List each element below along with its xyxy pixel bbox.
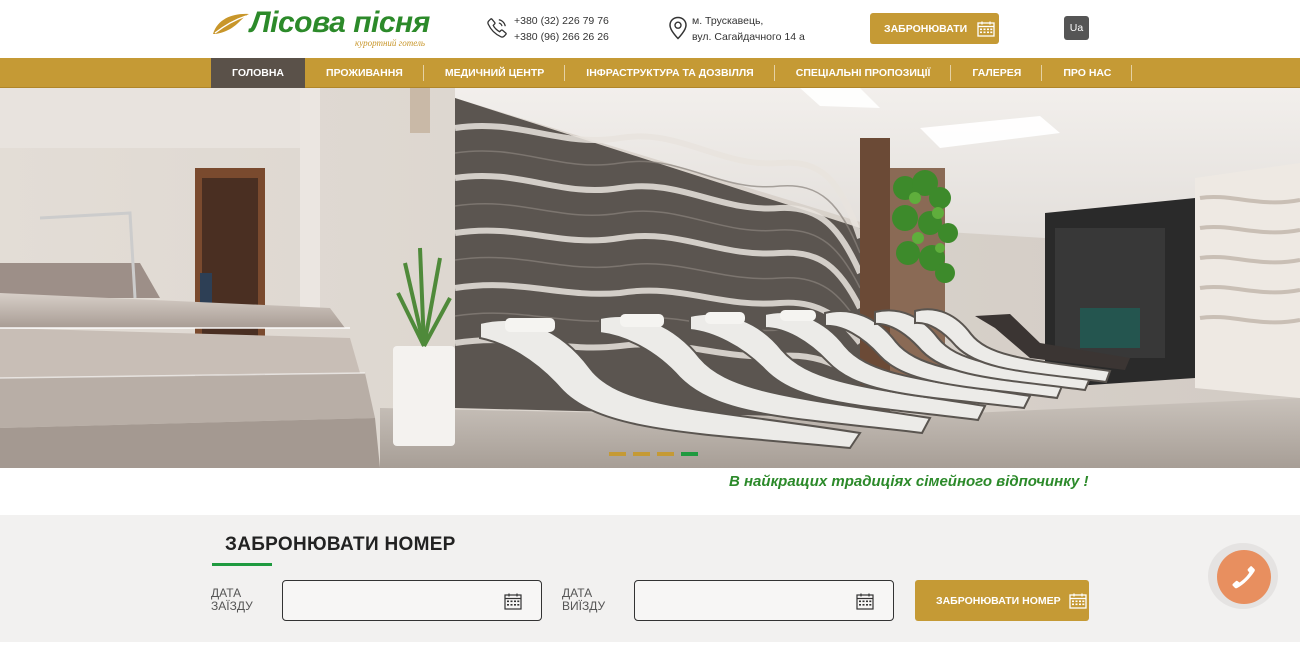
slider-dot-1[interactable] [609,452,626,456]
checkout-date-field[interactable] [634,580,894,621]
nav-item-gallery[interactable]: ГАЛЕРЕЯ [951,58,1043,88]
header-book-button[interactable]: ЗАБРОНЮВАТИ [870,13,999,44]
nav-item-medical-center[interactable]: МЕДИЧНИЙ ЦЕНТР [424,58,566,88]
phone-icon [487,18,507,38]
address-line-2: вул. Сагайдачного 14 а [692,31,805,43]
nav-item-home[interactable]: ГОЛОВНА [211,58,306,88]
slider-dot-3[interactable] [657,452,674,456]
booking-title: ЗАБРОНЮВАТИ НОМЕР [225,534,456,555]
nav-item-special-offers[interactable]: СПЕЦІАЛЬНІ ПРОПОЗИЦІЇ [775,58,952,88]
site-header: Лісова пісня курортний готель +380 (32) … [0,0,1300,58]
slider-dots [609,452,698,456]
book-room-label: ЗАБРОНЮВАТИ НОМЕР [936,594,1061,607]
call-icon [1232,566,1255,589]
map-pin-icon [669,16,687,40]
book-room-button[interactable]: ЗАБРОНЮВАТИ НОМЕР [915,580,1089,621]
hero-slider [0,88,1300,468]
checkin-label: ДАТА ЗАЇЗДУ [211,586,253,613]
calendar-icon[interactable] [504,593,522,610]
phone-number-1[interactable]: +380 (32) 226 79 76 [514,13,609,29]
language-switch[interactable]: Ua [1064,16,1089,40]
contact-phones: +380 (32) 226 79 76 +380 (96) 266 26 26 [486,12,636,46]
contact-address: м. Трускавець, вул. Сагайдачного 14 а [668,12,838,46]
calendar-icon [977,21,995,37]
booking-section: ЗАБРОНЮВАТИ НОМЕР ДАТА ЗАЇЗДУ ДАТА ВИЇЗД… [0,515,1300,642]
checkout-label: ДАТА ВИЇЗДУ [562,586,606,613]
calendar-icon[interactable] [856,593,874,610]
logo-title: Лісова пісня [250,6,430,39]
nav-item-accommodation[interactable]: ПРОЖИВАННЯ [305,58,424,88]
title-underline [212,563,272,566]
header-book-label: ЗАБРОНЮВАТИ [884,22,968,35]
logo-subtitle: курортний готель [355,38,425,48]
callback-button[interactable] [1217,550,1271,604]
slider-dot-4[interactable] [681,452,698,456]
hero-image [0,88,1300,468]
address-line-1: м. Трускавець, [692,15,764,27]
page-bottom [0,642,1300,650]
checkin-date-field[interactable] [282,580,542,621]
phone-number-2[interactable]: +380 (96) 266 26 26 [514,29,609,45]
slider-dot-2[interactable] [633,452,650,456]
main-nav: ГОЛОВНА ПРОЖИВАННЯ МЕДИЧНИЙ ЦЕНТР ІНФРАС… [0,58,1300,88]
leaf-icon [213,13,249,34]
nav-item-about[interactable]: ПРО НАС [1042,58,1133,88]
logo[interactable]: Лісова пісня курортний готель [212,6,442,50]
nav-item-infrastructure[interactable]: ІНФРАСТРУКТУРА ТА ДОЗВІЛЛЯ [565,58,776,88]
calendar-icon [1069,593,1087,609]
slogan: В найкращих традиціях сімейного відпочин… [729,473,1089,490]
